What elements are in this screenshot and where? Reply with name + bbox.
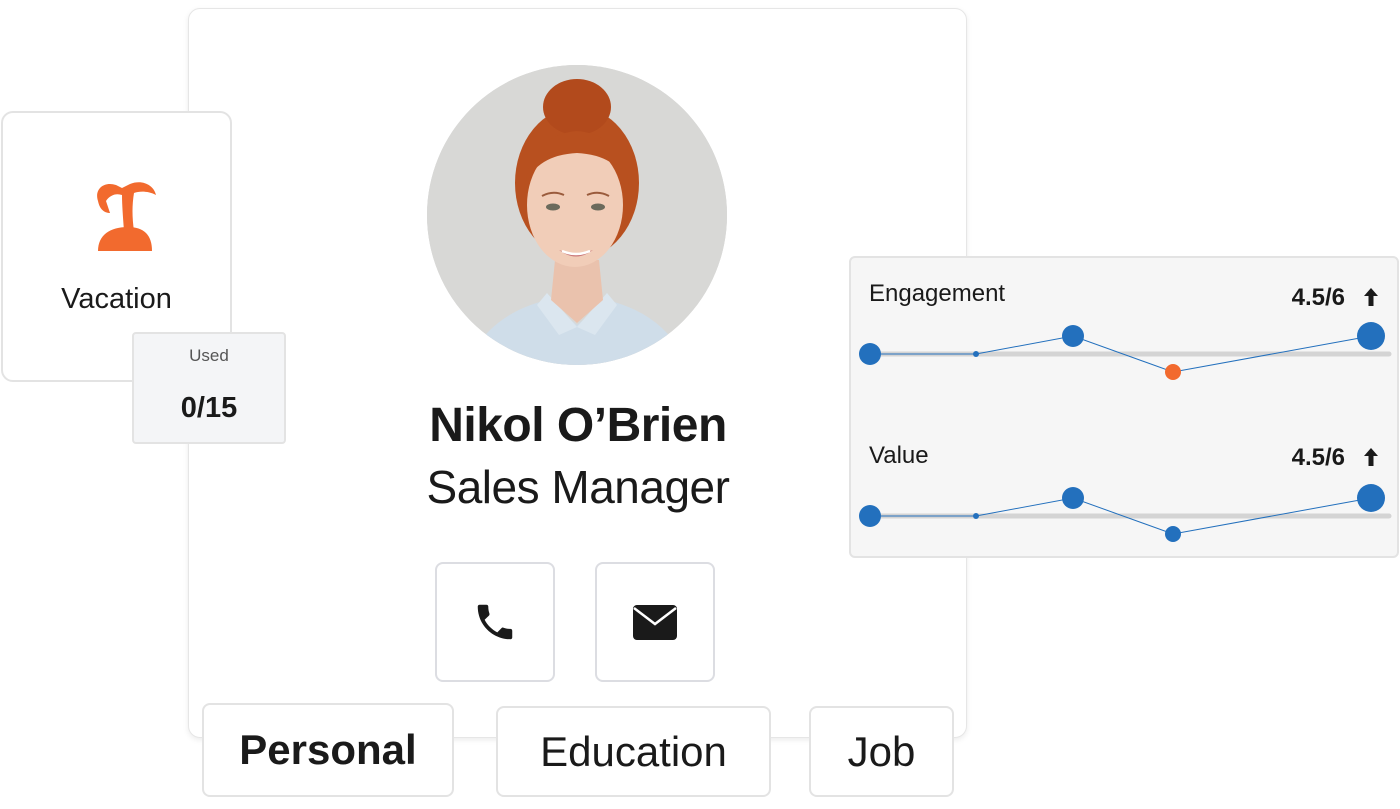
call-button[interactable] <box>435 562 555 682</box>
metric-score-engagement: 4.5/6 <box>1291 284 1345 311</box>
sparkline-point[interactable] <box>859 343 881 365</box>
metrics-card: Engagement 4.5/6 Value 4.5/6 <box>849 256 1399 558</box>
palm-tree-icon <box>97 182 156 251</box>
envelope-icon <box>633 605 677 640</box>
metric-title-engagement: Engagement <box>869 280 1006 307</box>
sparkline-point[interactable] <box>1062 325 1084 347</box>
vacation-used-card: Used 0/15 <box>132 332 286 444</box>
phone-icon <box>477 604 513 640</box>
avatar-photo <box>427 65 727 365</box>
email-button[interactable] <box>595 562 715 682</box>
arrow-up-icon <box>1364 448 1378 466</box>
tab-label: Personal <box>239 726 417 773</box>
arrow-up-icon <box>1364 288 1378 306</box>
engagement-sparkline <box>859 322 1392 380</box>
sparkline-point[interactable] <box>1165 364 1181 380</box>
value-sparkline <box>859 484 1392 542</box>
avatar <box>427 65 727 365</box>
tab-education[interactable]: Education <box>496 706 771 797</box>
sparkline-point[interactable] <box>859 505 881 527</box>
tab-job[interactable]: Job <box>809 706 954 797</box>
used-value: 0/15 <box>180 392 238 424</box>
sparkline-point[interactable] <box>1062 487 1084 509</box>
metric-title-value: Value <box>869 442 929 469</box>
used-label: Used <box>189 346 229 365</box>
tab-label: Job <box>847 727 916 775</box>
sparkline-point[interactable] <box>1357 322 1385 350</box>
tab-personal[interactable]: Personal <box>202 703 454 797</box>
sparkline-point[interactable] <box>973 513 979 519</box>
vacation-label: Vacation <box>61 283 172 315</box>
sparkline-point[interactable] <box>1165 526 1181 542</box>
metric-score-value: 4.5/6 <box>1291 444 1345 471</box>
tab-label: Education <box>540 727 727 775</box>
sparkline-point[interactable] <box>973 351 979 357</box>
sparkline-point[interactable] <box>1357 484 1385 512</box>
